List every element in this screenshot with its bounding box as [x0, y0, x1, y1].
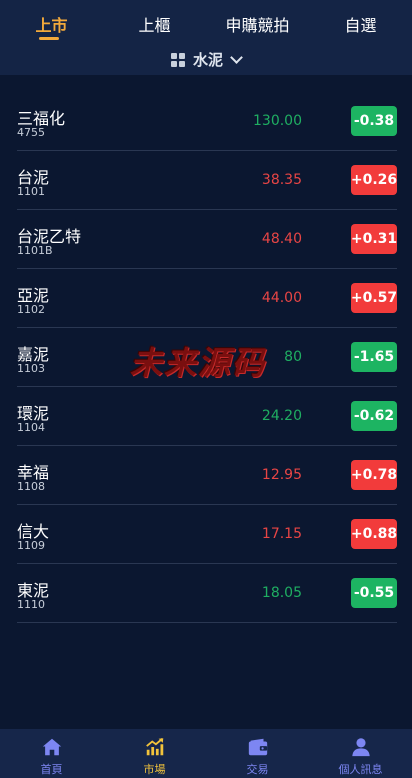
- stock-price: 38.35: [261, 172, 302, 188]
- nav-label: 市場: [143, 763, 166, 776]
- stock-code: 1103: [17, 362, 45, 375]
- nav-trade[interactable]: 交易: [206, 729, 309, 778]
- stock-price: 44.00: [261, 290, 302, 306]
- market-chart-icon: [145, 738, 163, 756]
- stock-row[interactable]: 信大 1109 17.15 +0.88: [17, 505, 397, 564]
- stock-row[interactable]: 東泥 1110 18.05 -0.55: [17, 564, 397, 623]
- stock-code: 4755: [17, 126, 45, 139]
- price-change-badge: +0.57: [351, 283, 397, 313]
- stock-row[interactable]: 亞泥 1102 44.00 +0.57: [17, 269, 397, 328]
- stock-code: 1102: [17, 303, 45, 316]
- tab-subscription-auction[interactable]: 申購競拍: [206, 0, 309, 36]
- stock-code: 1110: [17, 598, 45, 611]
- nav-label: 首頁: [40, 763, 63, 776]
- stock-row[interactable]: 台泥 1101 38.35 +0.26: [17, 151, 397, 210]
- tab-label: 申購競拍: [225, 16, 290, 35]
- chevron-down-icon: [230, 50, 243, 64]
- active-tab-indicator: [38, 37, 59, 40]
- bottom-nav: 首頁 市場 交易 個人訊息: [0, 729, 412, 778]
- stock-row[interactable]: 環泥 1104 24.20 -0.62: [17, 387, 397, 446]
- grid-icon: [170, 52, 185, 67]
- stock-price: 24.20: [261, 408, 302, 424]
- nav-market[interactable]: 市場: [103, 729, 206, 778]
- top-tab-bar: 上市 上櫃 申購競拍 自選: [0, 0, 412, 44]
- stock-code: 1108: [17, 480, 45, 493]
- stock-price: 18.05: [261, 585, 302, 601]
- tab-listed[interactable]: 上市: [0, 0, 103, 40]
- category-label: 水泥: [192, 51, 223, 69]
- stock-price: 130.00: [253, 113, 302, 129]
- price-change-badge: -0.62: [351, 401, 397, 431]
- tab-label: 上櫃: [138, 16, 171, 35]
- stock-code: 1104: [17, 421, 45, 434]
- tab-otc[interactable]: 上櫃: [103, 0, 206, 36]
- price-change-badge: +0.88: [351, 519, 397, 549]
- price-change-badge: -0.38: [351, 106, 397, 136]
- tab-watchlist[interactable]: 自選: [309, 0, 412, 36]
- stock-price: 80: [284, 349, 302, 365]
- stock-price: 17.15: [261, 526, 302, 542]
- watermark: 未来源码: [130, 344, 267, 382]
- category-selector[interactable]: 水泥: [0, 44, 412, 76]
- price-change-badge: -1.65: [351, 342, 397, 372]
- stock-code: 1101B: [17, 244, 53, 257]
- home-icon: [42, 738, 61, 756]
- price-change-badge: +0.26: [351, 165, 397, 195]
- wallet-icon: [248, 738, 267, 756]
- price-change-badge: +0.31: [351, 224, 397, 254]
- price-change-badge: +0.78: [351, 460, 397, 490]
- nav-label: 個人訊息: [338, 763, 383, 776]
- stock-code: 1109: [17, 539, 45, 552]
- tab-label: 自選: [344, 16, 377, 35]
- nav-home[interactable]: 首頁: [0, 729, 103, 778]
- stock-code: 1101: [17, 185, 45, 198]
- nav-profile[interactable]: 個人訊息: [309, 729, 412, 778]
- stock-row[interactable]: 三福化 4755 130.00 -0.38: [17, 92, 397, 151]
- tab-label: 上市: [35, 16, 68, 35]
- stock-row[interactable]: 台泥乙特 1101B 48.40 +0.31: [17, 210, 397, 269]
- price-change-badge: -0.55: [351, 578, 397, 608]
- user-icon: [351, 738, 370, 757]
- stock-row[interactable]: 幸福 1108 12.95 +0.78: [17, 446, 397, 505]
- stock-price: 48.40: [261, 231, 302, 247]
- nav-label: 交易: [246, 763, 269, 776]
- stock-price: 12.95: [261, 467, 302, 483]
